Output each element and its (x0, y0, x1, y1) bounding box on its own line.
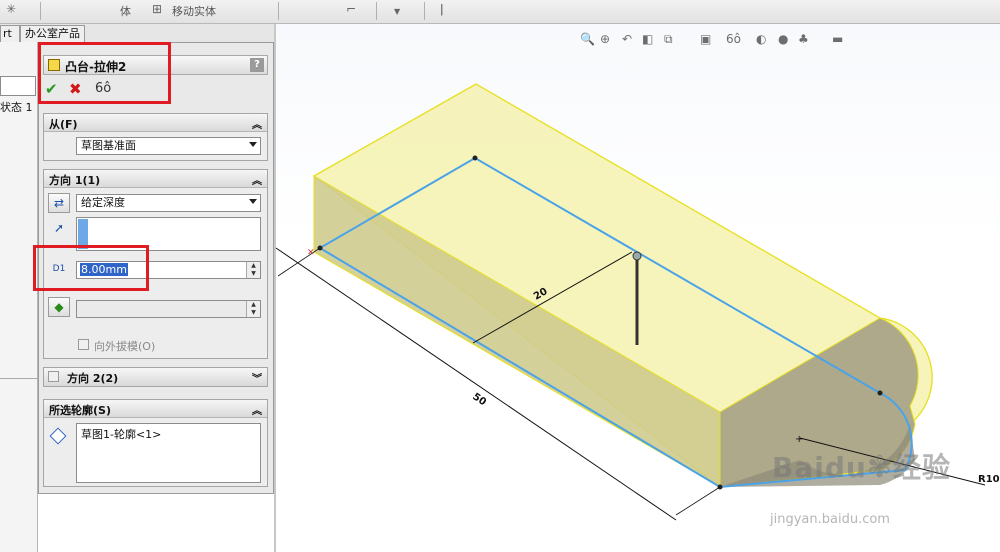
length-dimension-label[interactable]: 50 (470, 391, 488, 408)
paw-icon: ✾ (866, 450, 893, 485)
radius-dimension-label[interactable]: R10 (978, 474, 1000, 485)
center-mark-icon: + (795, 434, 803, 445)
length-extension-line (675, 486, 721, 516)
baidu-watermark: Baidu✾经验 (772, 446, 951, 486)
watermark-brand: Baidu (772, 451, 867, 484)
sketch-vertex (877, 390, 883, 396)
origin-icon: ✕ (307, 248, 315, 258)
drag-handle-tip-icon[interactable] (632, 251, 642, 261)
watermark-url: jingyan.baidu.com (770, 512, 890, 527)
sketch-vertex (472, 155, 478, 161)
watermark-brand-cn: 经验 (892, 451, 951, 484)
